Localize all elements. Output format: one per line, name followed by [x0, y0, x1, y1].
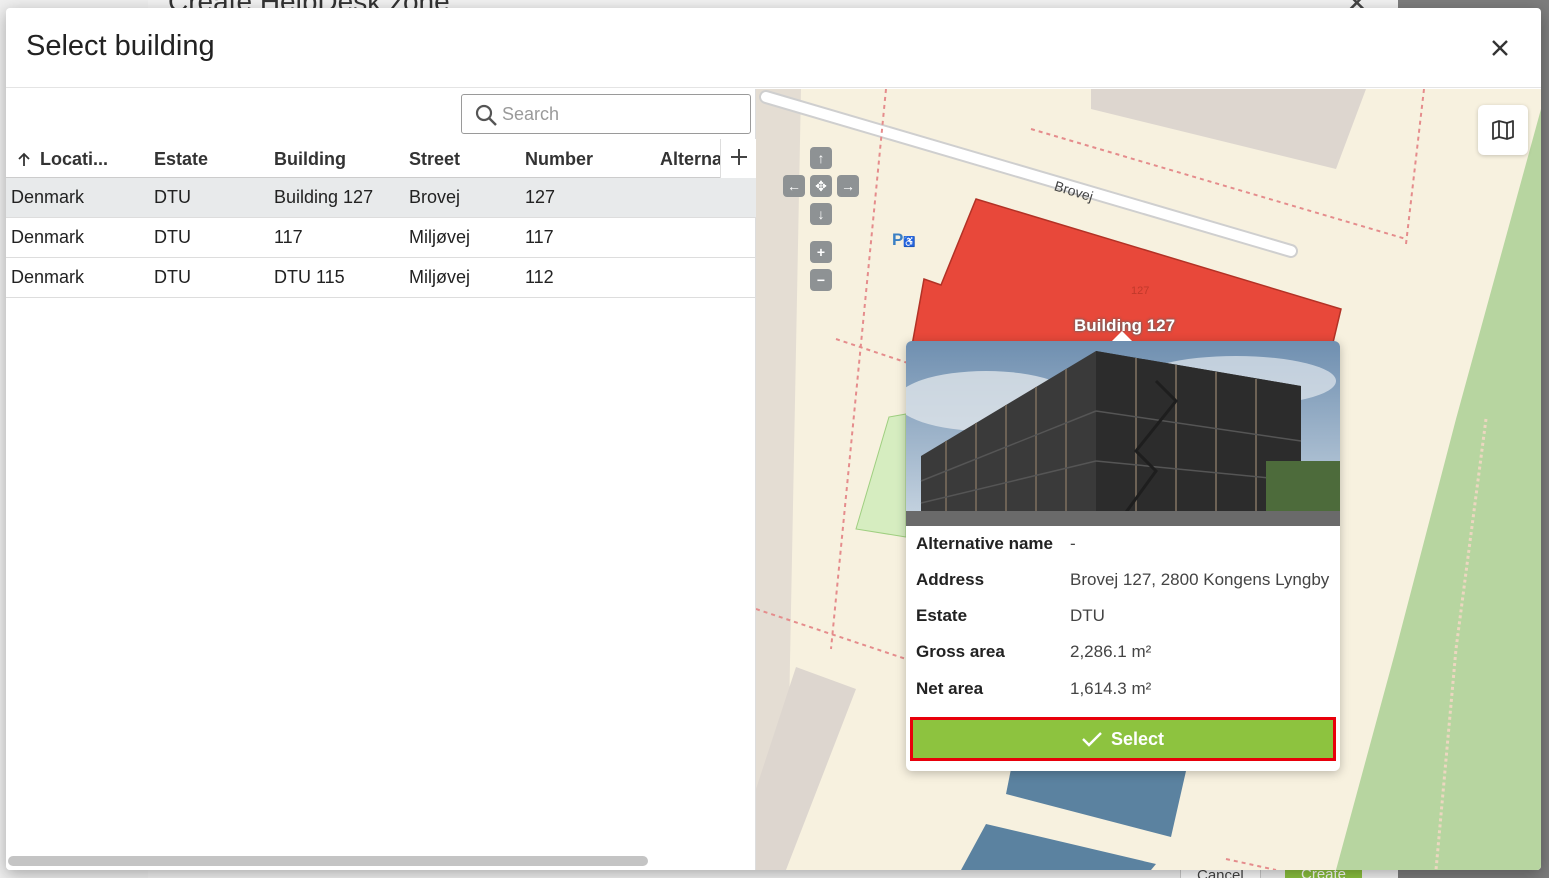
cell-building: Building 127: [274, 187, 374, 207]
check-icon: [1082, 732, 1102, 747]
search-box[interactable]: [461, 94, 751, 134]
pan-right-button[interactable]: →: [837, 175, 859, 197]
horizontal-scrollbar[interactable]: [8, 856, 648, 866]
cell-number: 127: [525, 187, 556, 207]
map-building-blue[interactable]: [961, 824, 1156, 870]
map-icon: [1492, 120, 1514, 140]
pan-up-button[interactable]: ↑: [810, 147, 832, 169]
map-building-blue[interactable]: [1006, 769, 1186, 837]
dialog-header: Select building: [6, 8, 1541, 88]
map-layers-button[interactable]: [1478, 105, 1528, 155]
cell-street: Brovej: [409, 187, 461, 207]
dialog-title: Select building: [26, 30, 215, 62]
cell-estate: DTU: [154, 227, 191, 247]
select-building-dialog: Select building Locati... Estate Buildin…: [6, 8, 1541, 870]
close-button[interactable]: [1486, 34, 1514, 62]
cell-estate: DTU: [154, 187, 191, 207]
pan-down-button[interactable]: ↓: [810, 203, 832, 225]
address-label: Address: [916, 570, 985, 589]
table-row[interactable]: Denmark DTU 117 Miljøvej 117: [6, 218, 756, 258]
building-list-panel: Locati... Estate Building Street Number …: [6, 89, 756, 870]
address-value: Brovej 127, 2800 Kongens Lyngby: [1070, 570, 1330, 589]
cell-number: 117: [525, 227, 554, 247]
cell-building: 117: [274, 227, 303, 247]
net-area-label: Net area: [916, 679, 984, 698]
select-button-label: Select: [1111, 729, 1165, 749]
alternative-name-label: Alternative name: [916, 534, 1053, 553]
column-header-street[interactable]: Street: [409, 149, 460, 170]
map-view[interactable]: Brovej 127 Building 127 P♿ ↑ ← ✥ → ↓ + −: [756, 89, 1541, 870]
parking-icon: P♿: [892, 230, 916, 249]
column-header-estate[interactable]: Estate: [154, 149, 208, 170]
select-button[interactable]: Select: [910, 717, 1336, 761]
cell-street: Miljøvej: [409, 227, 470, 247]
column-header-location[interactable]: Locati...: [40, 149, 140, 170]
cell-building: DTU 115: [274, 267, 345, 287]
cell-number: 112: [525, 267, 554, 287]
cell-estate: DTU: [154, 267, 191, 287]
column-header-building[interactable]: Building: [274, 149, 346, 170]
building-photo: [906, 341, 1340, 526]
cell-location: Denmark: [11, 267, 85, 287]
gross-area-label: Gross area: [916, 642, 1005, 661]
close-icon: [1492, 40, 1508, 56]
map-building-gray: [1091, 89, 1366, 169]
pan-left-button[interactable]: ←: [783, 175, 805, 197]
net-area-value: 1,614.3 m²: [1070, 679, 1152, 698]
building-number-label: 127: [1131, 285, 1150, 297]
cell-street: Miljøvej: [409, 267, 470, 287]
gross-area-value: 2,286.1 m²: [1070, 642, 1152, 661]
table-row[interactable]: Denmark DTU Building 127 Brovej 127: [6, 178, 756, 218]
zoom-out-button[interactable]: −: [810, 269, 832, 291]
column-header-alternative[interactable]: Alternat: [660, 149, 720, 170]
cell-location: Denmark: [11, 227, 85, 247]
column-header-number[interactable]: Number: [525, 149, 593, 170]
table-row[interactable]: Denmark DTU DTU 115 Miljøvej 112: [6, 258, 756, 298]
estate-label: Estate: [916, 606, 968, 625]
zoom-in-button[interactable]: +: [810, 241, 832, 263]
alternative-name-value: -: [1070, 534, 1076, 553]
table-header: Locati... Estate Building Street Number …: [6, 139, 756, 178]
sort-ascending-icon[interactable]: [16, 151, 32, 167]
map-green-area: [1336, 109, 1541, 870]
building-popup: Alternative name - Address Brovej 127, 2…: [906, 331, 1340, 771]
cell-location: Denmark: [11, 187, 85, 207]
plus-icon: [731, 149, 747, 165]
search-input[interactable]: [502, 99, 742, 129]
add-column-button[interactable]: [720, 139, 756, 178]
search-icon: [475, 104, 497, 126]
estate-value: DTU: [1070, 606, 1105, 625]
pan-center-button[interactable]: ✥: [810, 175, 832, 197]
map-lawn: [855, 413, 907, 538]
